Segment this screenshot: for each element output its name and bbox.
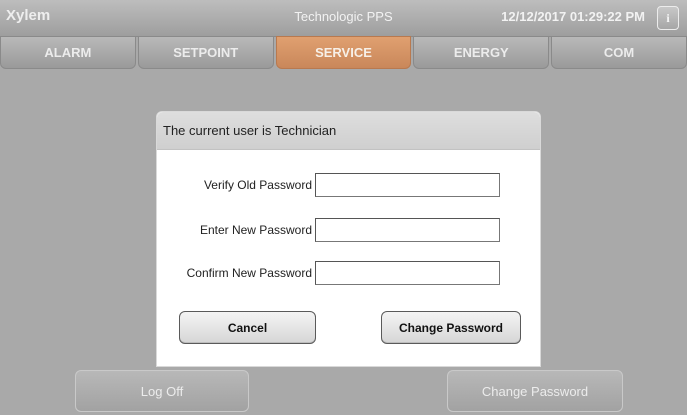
confirm-new-password-row: Confirm New Password [157, 261, 540, 287]
date-time: 12/12/2017 01:29:22 PM [501, 9, 645, 24]
dialog-title: The current user is Technician [157, 112, 540, 150]
title-bar: Xylem Technologic PPS 12/12/2017 01:29:2… [0, 0, 687, 37]
tab-setpoint[interactable]: SETPOINT [137, 36, 274, 69]
info-icon: i [666, 10, 670, 25]
enter-new-password-row: Enter New Password [157, 218, 540, 244]
tab-service[interactable]: SERVICE [275, 36, 412, 69]
enter-new-password-input[interactable] [315, 218, 500, 242]
tab-com[interactable]: COM [551, 36, 687, 69]
tab-alarm[interactable]: ALARM [0, 36, 136, 69]
confirm-new-password-input[interactable] [315, 261, 500, 285]
change-password-background-button[interactable]: Change Password [447, 370, 623, 412]
change-password-button[interactable]: Change Password [381, 311, 521, 344]
cancel-button[interactable]: Cancel [179, 311, 316, 344]
verify-old-password-row: Verify Old Password [157, 173, 540, 199]
verify-old-password-input[interactable] [315, 173, 500, 197]
main-tabs: ALARM SETPOINT SERVICE ENERGY COM [0, 36, 687, 69]
confirm-new-password-label: Confirm New Password [186, 266, 312, 280]
verify-old-password-label: Verify Old Password [203, 178, 312, 192]
change-password-dialog: The current user is Technician Verify Ol… [156, 111, 541, 367]
tab-energy[interactable]: ENERGY [413, 36, 550, 69]
info-button[interactable]: i [657, 6, 679, 30]
enter-new-password-label: Enter New Password [199, 223, 312, 237]
log-off-button[interactable]: Log Off [75, 370, 249, 412]
